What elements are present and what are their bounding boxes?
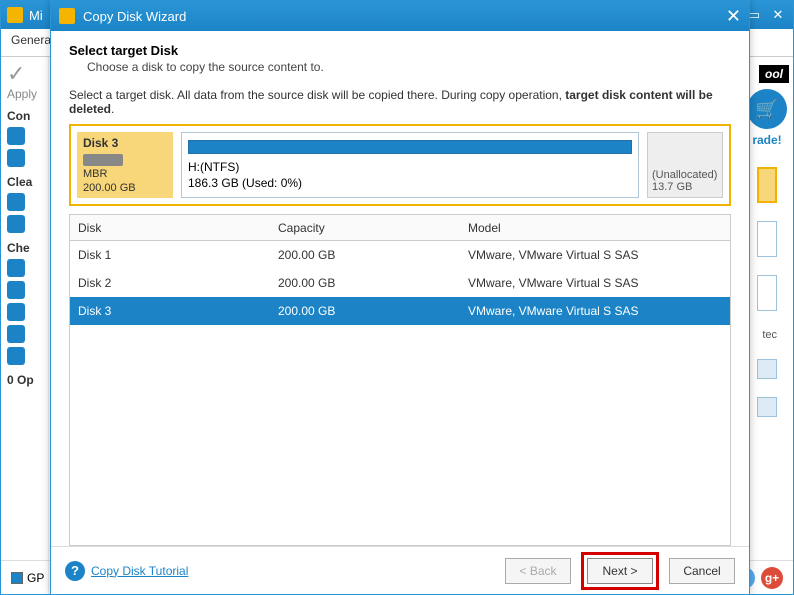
cancel-button[interactable]: Cancel [669, 558, 735, 584]
tools-icon[interactable] [7, 281, 25, 299]
selected-disk-preview: Disk 3 MBR 200.00 GB H:(NTFS) 186.3 GB (… [69, 124, 731, 206]
ops-label: 0 Op [7, 373, 48, 387]
help-link[interactable]: ? Copy Disk Tutorial [65, 561, 188, 581]
table-row[interactable]: Disk 1200.00 GBVMware, VMware Virtual S … [70, 241, 730, 269]
next-button-highlight: Next > [581, 552, 659, 590]
table-row[interactable]: Disk 3200.00 GBVMware, VMware Virtual S … [70, 297, 730, 325]
col-capacity[interactable]: Capacity [270, 221, 460, 235]
tool-icon[interactable] [7, 149, 25, 167]
disk-summary: Disk 3 MBR 200.00 GB [77, 132, 173, 198]
cell-disk: Disk 3 [70, 304, 270, 318]
brand-badge: ool [759, 65, 789, 83]
wizard-footer: ? Copy Disk Tutorial < Back Next > Cance… [51, 546, 749, 594]
usage-bar [188, 140, 632, 154]
app-icon [7, 7, 23, 23]
wizard-titlebar: Copy Disk Wizard ✕ [51, 1, 749, 31]
copy-disk-wizard: Copy Disk Wizard ✕ Select target Disk Ch… [50, 0, 750, 595]
disk-thumb[interactable] [757, 221, 777, 257]
disk-thumb[interactable] [757, 167, 777, 203]
main-sidebar: ✓ Apply Con Clea Che 0 Op [1, 57, 49, 594]
disk-thumb[interactable] [757, 275, 777, 311]
partition-block[interactable]: H:(NTFS) 186.3 GB (Used: 0%) [181, 132, 639, 198]
toolbar-tab[interactable]: Genera [11, 33, 51, 47]
close-icon[interactable]: ✕ [769, 7, 787, 23]
drive-icon[interactable] [7, 259, 25, 277]
section-convert: Con [7, 109, 48, 123]
cell-disk: Disk 1 [70, 248, 270, 262]
wizard-icon [59, 8, 75, 24]
cell-capacity: 200.00 GB [270, 248, 460, 262]
table-row[interactable]: Disk 2200.00 GBVMware, VMware Virtual S … [70, 269, 730, 297]
list-icon[interactable] [7, 347, 25, 365]
disk-drive-icon [83, 154, 123, 166]
ted-label: tec [757, 329, 777, 341]
circle-icon[interactable] [7, 325, 25, 343]
upgrade-label: rade! [752, 133, 781, 147]
section-check: Che [7, 241, 48, 255]
section-clean: Clea [7, 175, 48, 189]
cell-capacity: 200.00 GB [270, 304, 460, 318]
page-heading: Select target Disk [69, 43, 731, 58]
cell-model: VMware, VMware Virtual S SAS [460, 248, 730, 262]
cell-capacity: 200.00 GB [270, 276, 460, 290]
next-button[interactable]: Next > [587, 558, 653, 584]
wizard-title: Copy Disk Wizard [83, 9, 186, 24]
unallocated-block[interactable]: (Unallocated) 13.7 GB [647, 132, 723, 198]
page-subheading: Choose a disk to copy the source content… [87, 60, 731, 74]
disk-thumb[interactable] [757, 359, 777, 379]
upgrade-button[interactable]: 🛒 [747, 89, 787, 129]
help-icon: ? [65, 561, 85, 581]
main-title: Mi [29, 8, 43, 23]
apply-label[interactable]: Apply [7, 87, 48, 101]
chip-icon[interactable] [7, 303, 25, 321]
gp-checkbox[interactable]: GP [11, 571, 44, 585]
disk-table: Disk Capacity Model Disk 1200.00 GBVMwar… [69, 214, 731, 546]
cell-disk: Disk 2 [70, 276, 270, 290]
gplus-icon[interactable]: g+ [761, 567, 783, 589]
tool-icon[interactable] [7, 127, 25, 145]
disk-thumb[interactable] [757, 397, 777, 417]
info-text: Select a target disk. All data from the … [69, 88, 731, 116]
trash-icon[interactable] [7, 215, 25, 233]
cell-model: VMware, VMware Virtual S SAS [460, 304, 730, 318]
table-header: Disk Capacity Model [70, 215, 730, 241]
globe-icon[interactable] [7, 193, 25, 211]
cell-model: VMware, VMware Virtual S SAS [460, 276, 730, 290]
col-disk[interactable]: Disk [70, 221, 270, 235]
col-model[interactable]: Model [460, 221, 730, 235]
close-icon[interactable]: ✕ [726, 7, 741, 25]
back-button[interactable]: < Back [505, 558, 571, 584]
